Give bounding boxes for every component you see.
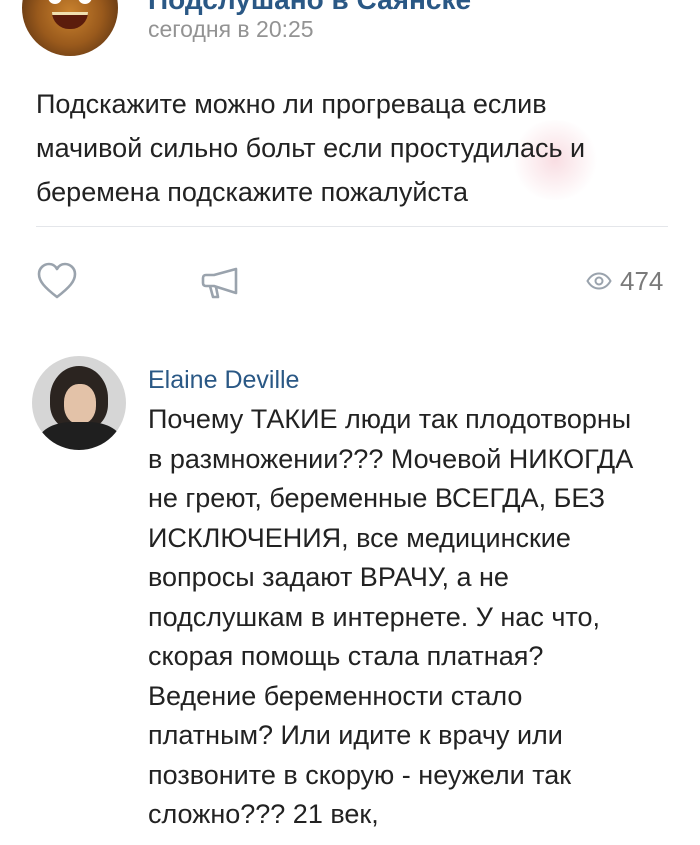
post-author-avatar[interactable]	[22, 0, 118, 56]
heart-icon	[37, 262, 77, 299]
post-author-name[interactable]: Подслушано в Саянске	[148, 0, 471, 16]
post-text: Подскажите можно ли прогреваца еслив мач…	[36, 89, 586, 207]
comment-text: Почему ТАКИЕ люди так плодотворны в разм…	[148, 404, 634, 829]
megaphone-icon	[201, 267, 238, 299]
like-button[interactable]	[36, 262, 78, 300]
commenter-avatar[interactable]	[32, 356, 126, 450]
post-timestamp[interactable]: сегодня в 20:25	[148, 16, 314, 43]
views-count: 474	[620, 266, 664, 296]
eye-icon	[586, 272, 612, 290]
divider	[36, 226, 668, 227]
commenter-name[interactable]: Elaine Deville	[148, 366, 299, 395]
share-button[interactable]	[200, 266, 240, 300]
